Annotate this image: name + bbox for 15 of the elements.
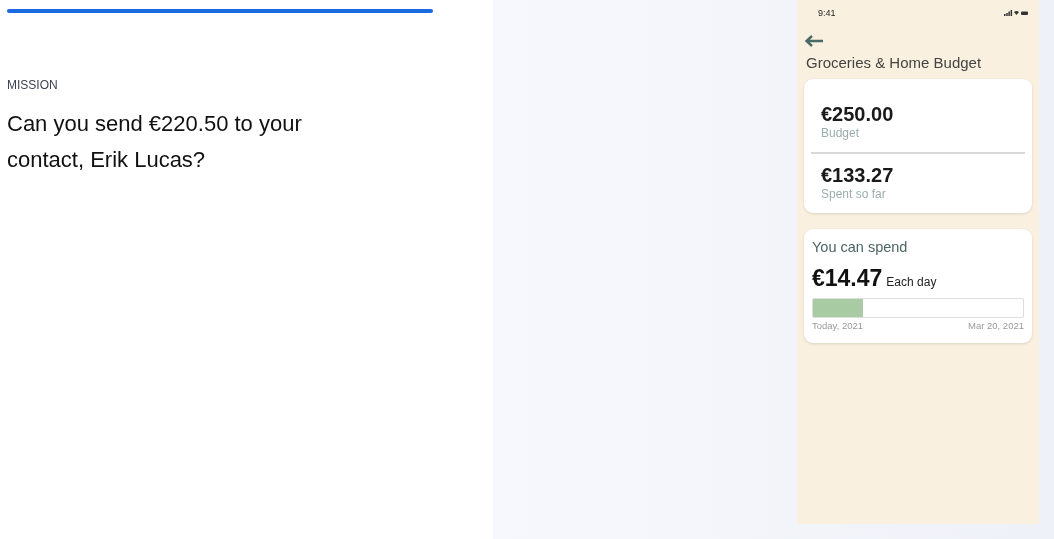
mission-question: Can you send €220.50 to your contact, Erik Lucas?	[7, 110, 303, 174]
amount: €133.27	[821, 164, 895, 187]
amount-label: Spent so far	[821, 187, 887, 201]
end-date: Mar 20, 2021	[968, 320, 1024, 331]
status-time: 9:41	[818, 8, 836, 18]
status-icons	[1004, 10, 1028, 16]
mission-label: MISSION	[7, 78, 59, 92]
start-date: Today, 2021	[812, 320, 864, 331]
daily-unit: Each day	[886, 275, 937, 289]
amount: €250.00	[821, 103, 895, 126]
amount-label: Budget	[821, 126, 861, 140]
spend-heading: You can spend	[812, 239, 909, 255]
budget-title: Groceries & Home Budget	[806, 54, 983, 71]
back-arrow-icon[interactable]	[804, 34, 824, 48]
daily-amount: €14.47	[812, 265, 883, 292]
